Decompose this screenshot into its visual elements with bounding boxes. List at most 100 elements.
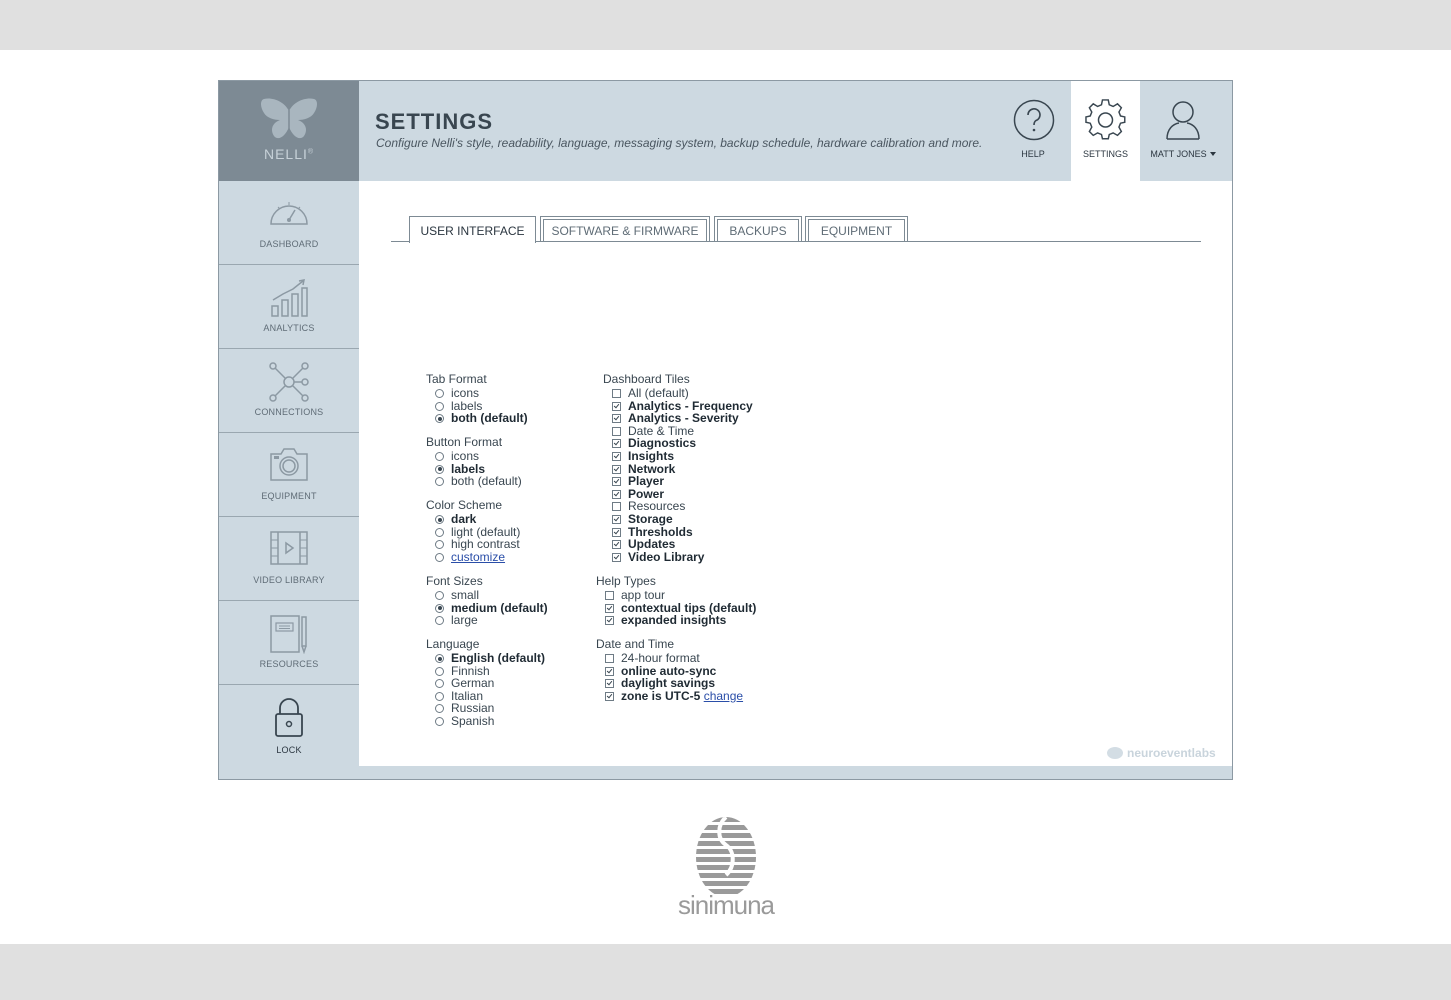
partner-logo-icon [1107, 747, 1123, 759]
checkbox[interactable] [612, 552, 621, 562]
checkbox[interactable] [612, 489, 621, 499]
user-icon [1166, 101, 1200, 140]
radio-button[interactable] [435, 515, 444, 524]
section-title: Help Types [596, 574, 656, 588]
checkbox[interactable] [605, 666, 614, 676]
help-types-group: Help Types app tour contextual tips (def… [596, 574, 756, 627]
radio-button[interactable] [435, 389, 444, 398]
radio-button[interactable] [435, 552, 444, 562]
sidebar-item-resources[interactable]: RESOURCES [219, 601, 359, 685]
tab-format-group: Tab Format icons labels both (default) [426, 372, 528, 425]
radio-option[interactable]: Spanish [426, 715, 545, 728]
radio-option[interactable]: German [426, 677, 545, 690]
tab-divider [391, 221, 410, 241]
section-title: Dashboard Tiles [603, 372, 690, 386]
checkbox-option[interactable]: Resources [603, 500, 753, 513]
checkbox[interactable] [605, 654, 614, 663]
checkbox[interactable] [612, 414, 621, 424]
gear-icon [1085, 99, 1126, 140]
sidebar-item-dashboard[interactable]: DASHBOARD [219, 181, 359, 265]
tab-backups[interactable]: BACKUPS [714, 216, 802, 241]
tab-user-interface[interactable]: USER INTERFACE [409, 216, 536, 243]
radio-button[interactable] [435, 704, 444, 714]
radio-button[interactable] [435, 716, 444, 726]
partner-logo: neuroeventlabs [1107, 746, 1216, 760]
section-title: Date and Time [596, 637, 675, 651]
radio-option[interactable]: large [426, 614, 548, 627]
radio-option[interactable]: both (default) [426, 412, 528, 425]
help-button[interactable]: HELP [999, 81, 1067, 181]
radio-button[interactable] [435, 414, 444, 424]
footer-bar [359, 766, 1232, 779]
checkbox[interactable] [612, 464, 621, 474]
checkbox[interactable] [605, 603, 614, 613]
bar-chart-icon [271, 279, 308, 317]
settings-button[interactable]: SETTINGS [1071, 81, 1140, 181]
checkbox-option[interactable]: Player [603, 475, 753, 488]
section-title: Font Sizes [426, 574, 483, 588]
sidebar-item-analytics[interactable]: ANALYTICS [219, 265, 359, 349]
radio-button[interactable] [435, 654, 444, 663]
speedometer-icon [270, 202, 308, 225]
radio-option[interactable]: customize [426, 550, 520, 564]
checkbox[interactable] [612, 451, 621, 461]
checkbox[interactable] [612, 426, 621, 436]
radio-button[interactable] [435, 616, 444, 626]
section-title: Color Scheme [426, 498, 503, 512]
checkbox-option[interactable]: Insights [603, 450, 753, 463]
radio-option[interactable]: medium (default) [426, 601, 548, 615]
radio-button[interactable] [435, 666, 444, 676]
checkbox-option[interactable]: Video Library [603, 550, 753, 564]
sidebar-item-label: ANALYTICS [263, 323, 315, 333]
top-band [0, 0, 1451, 50]
radio-button[interactable] [435, 540, 444, 550]
radio-button[interactable] [435, 691, 444, 701]
radio-button[interactable] [435, 603, 444, 613]
checkbox[interactable] [612, 502, 621, 512]
date-time-group: Date and Time 24-hour format online auto… [596, 637, 743, 702]
radio-button[interactable] [435, 591, 444, 600]
sidebar-item-lock[interactable]: LOCK [219, 685, 359, 779]
user-menu-button[interactable]: MATT JONES [1143, 81, 1223, 181]
main-content: USER INTERFACE SOFTWARE & FIRMWARE BACKU… [359, 181, 1232, 766]
page-title: SETTINGS [375, 109, 494, 134]
customize-link[interactable]: customize [451, 550, 505, 564]
checkbox[interactable] [612, 527, 621, 537]
network-icon [269, 362, 309, 402]
radio-button[interactable] [435, 401, 444, 411]
checkbox[interactable] [605, 591, 614, 600]
radio-button[interactable] [435, 679, 444, 689]
sidebar-item-connections[interactable]: CONNECTIONS [219, 349, 359, 433]
tab-equipment[interactable]: EQUIPMENT [805, 216, 908, 241]
button-format-group: Button Format icons labels both (default… [426, 435, 522, 488]
radio-button[interactable] [435, 452, 444, 461]
checkbox-option[interactable]: expanded insights [596, 614, 756, 627]
radio-button[interactable] [435, 464, 444, 474]
checkbox-option[interactable]: Network [603, 462, 753, 476]
chevron-down-icon [1209, 152, 1216, 156]
checkbox-option[interactable]: zone is UTC-5 change [596, 689, 743, 703]
sidebar-item-label: EQUIPMENT [261, 491, 317, 501]
checkbox[interactable] [612, 477, 621, 487]
radio-button[interactable] [435, 477, 444, 487]
radio-option[interactable]: both (default) [426, 475, 522, 488]
user-menu-label: MATT JONES [1143, 149, 1223, 159]
checkbox-option[interactable]: Thresholds [603, 525, 753, 539]
tab-software-firmware[interactable]: SOFTWARE & FIRMWARE [540, 216, 710, 241]
checkbox[interactable] [612, 514, 621, 524]
radio-button[interactable] [435, 527, 444, 537]
checkbox[interactable] [612, 389, 621, 398]
checkbox[interactable] [612, 401, 621, 411]
sidebar-item-equipment[interactable]: EQUIPMENT [219, 433, 359, 517]
checkbox[interactable] [605, 616, 614, 626]
checkbox[interactable] [612, 540, 621, 550]
sidebar-item-video-library[interactable]: VIDEO LIBRARY [219, 517, 359, 601]
checkbox-option[interactable]: Diagnostics [603, 437, 753, 450]
dashboard-tiles-group: Dashboard Tiles All (default) Analytics … [603, 372, 753, 563]
logo-text: NELLI® [263, 146, 315, 162]
checkbox[interactable] [612, 439, 621, 449]
checkbox[interactable] [605, 679, 614, 689]
checkbox[interactable] [605, 691, 614, 701]
change-timezone-link[interactable]: change [704, 689, 743, 703]
page-header: SETTINGS Configure Nelli's style, readab… [359, 81, 1232, 181]
